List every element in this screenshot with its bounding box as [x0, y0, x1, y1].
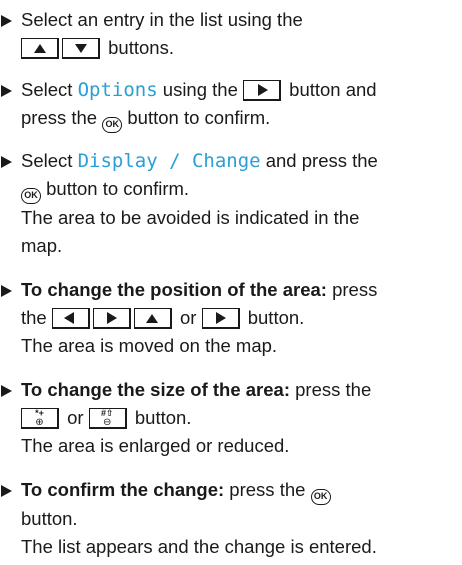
step-text: or [62, 407, 89, 428]
step-heading: To change the position of the area: [21, 279, 327, 300]
step-text: or [174, 307, 202, 328]
up-arrow-key-icon [133, 308, 172, 329]
step-select-entry: Select an entry in the list using the bu… [0, 6, 462, 62]
instruction-page: Select an entry in the list using the bu… [0, 0, 462, 557]
step-text: button to confirm. [41, 178, 190, 199]
step-display-change: Select Display / Change and press the OK… [0, 147, 462, 260]
menu-item-options: Options [77, 79, 158, 101]
step-change-position: To change the position of the area: pres… [0, 276, 462, 360]
right-arrow-key-icon [243, 80, 282, 101]
step-result: The area is moved on the map. [21, 335, 278, 356]
step-text: Select an entry in the list using the [21, 9, 303, 30]
step-text: Select [21, 150, 78, 171]
step-heading: To confirm the change: [21, 479, 225, 500]
step-text: using the [157, 79, 244, 100]
step-text: and press the [260, 150, 378, 171]
step-text: press the [21, 107, 103, 128]
step-select-options: Select Options using the button and pres… [0, 76, 462, 133]
triangle-bullet-icon [1, 156, 12, 168]
right-arrow-key-icon [201, 308, 240, 329]
step-text: press [326, 279, 378, 300]
step-result: map. [21, 235, 63, 256]
step-text: button to confirm. [122, 107, 271, 128]
zoom-in-key-icon: *+ ⊕ [21, 408, 59, 429]
triangle-bullet-icon [1, 285, 12, 297]
triangle-bullet-icon [1, 385, 12, 397]
right-arrow-key-icon [92, 308, 131, 329]
ok-button-icon: OK [102, 117, 123, 133]
step-text: button. [129, 407, 192, 428]
step-text: button and [284, 79, 377, 100]
step-result: The area is enlarged or reduced. [21, 435, 290, 456]
left-arrow-key-icon [51, 308, 90, 329]
step-text: press the [290, 379, 372, 400]
step-text: button. [21, 508, 78, 529]
triangle-bullet-icon [1, 15, 12, 27]
step-result: The list appears and the change is enter… [21, 536, 377, 557]
triangle-bullet-icon [1, 85, 12, 97]
step-text: the [21, 307, 52, 328]
triangle-bullet-icon [1, 485, 12, 497]
ok-button-icon: OK [310, 489, 331, 505]
down-arrow-key-icon [62, 38, 100, 59]
step-heading: To change the size of the area: [21, 379, 290, 400]
step-text: press the [224, 479, 311, 500]
step-text: button. [242, 307, 305, 328]
ok-button-icon: OK [21, 188, 41, 204]
step-change-size: To change the size of the area: press th… [0, 376, 462, 460]
step-text: buttons. [108, 37, 174, 58]
menu-item-display-change: Display / Change [77, 150, 261, 172]
step-result: The area to be avoided is indicated in t… [21, 207, 360, 228]
zoom-out-key-icon: #⇧ ⊖ [88, 408, 127, 429]
step-text-line2: buttons. [21, 34, 462, 62]
step-confirm-change: To confirm the change: press the OK butt… [0, 476, 462, 561]
step-text: Select [21, 79, 78, 100]
up-arrow-key-icon [21, 38, 59, 59]
